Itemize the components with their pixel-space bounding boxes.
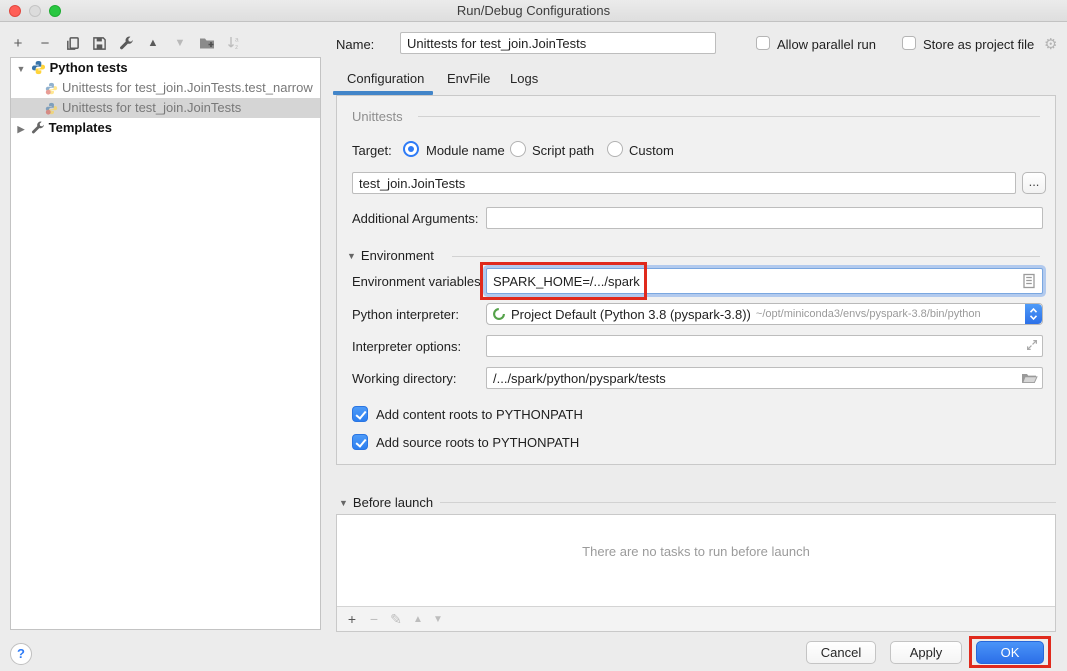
edit-task-icon: ✎ <box>387 610 405 628</box>
chevron-down-icon[interactable]: ▼ <box>15 59 27 78</box>
python-test-icon <box>45 101 58 118</box>
new-folder-icon[interactable] <box>197 33 217 53</box>
module-name-input[interactable] <box>352 172 1016 194</box>
unittests-group-title: Unittests <box>352 109 403 124</box>
gear-icon[interactable]: ⚙ <box>1044 35 1057 53</box>
additional-arguments-label: Additional Arguments: <box>352 211 478 226</box>
tree-item-label: Templates <box>49 120 112 135</box>
target-custom-radio[interactable] <box>607 141 623 157</box>
title-bar: Run/Debug Configurations <box>0 0 1067 22</box>
name-input[interactable] <box>400 32 716 54</box>
python-interpreter-select[interactable]: Project Default (Python 3.8 (pyspark-3.8… <box>486 303 1043 325</box>
target-module-name-radio[interactable] <box>403 141 419 157</box>
browse-folder-icon[interactable] <box>1021 370 1038 389</box>
move-up-icon[interactable]: ▲ <box>143 33 163 53</box>
allow-parallel-run-checkbox[interactable] <box>756 36 770 50</box>
svg-text:z: z <box>235 44 238 51</box>
target-custom-label: Custom <box>629 143 674 158</box>
add-source-roots-checkbox[interactable] <box>352 434 368 450</box>
target-label: Target: <box>352 143 392 158</box>
remove-task-icon: − <box>365 610 383 628</box>
tree-item-templates[interactable]: ▶ Templates <box>11 118 320 138</box>
before-launch-panel: There are no tasks to run before launch … <box>336 514 1056 632</box>
before-launch-toolbar: + − ✎ ▲ ▼ <box>337 606 1055 631</box>
working-directory-input[interactable] <box>486 367 1043 389</box>
environment-variables-input[interactable] <box>486 268 1043 294</box>
add-source-roots-label: Add source roots to PYTHONPATH <box>376 435 579 450</box>
environment-section-header[interactable]: ▼ Environment <box>347 248 434 263</box>
target-module-name-label: Module name <box>426 143 505 158</box>
tree-item-unittests-test-narrow[interactable]: Unittests for test_join.JoinTests.test_n… <box>11 78 320 98</box>
tab-envfile[interactable]: EnvFile <box>447 71 490 91</box>
svg-text:a: a <box>235 37 239 44</box>
conda-environment-icon <box>492 307 506 321</box>
environment-divider <box>452 256 1040 257</box>
wrench-icon <box>31 121 45 138</box>
sort-alphabetically-icon: az <box>224 33 244 53</box>
copy-icon[interactable] <box>62 33 82 53</box>
store-as-project-file-label: Store as project file <box>923 37 1034 52</box>
name-label: Name: <box>336 37 374 52</box>
python-interpreter-value: Project Default (Python 3.8 (pyspark-3.8… <box>511 307 751 322</box>
add-icon[interactable]: + <box>8 33 28 53</box>
add-content-roots-label: Add content roots to PYTHONPATH <box>376 407 583 422</box>
tree-item-label: Unittests for test_join.JoinTests.test_n… <box>62 80 313 95</box>
apply-button[interactable]: Apply <box>890 641 962 664</box>
edit-templates-icon[interactable] <box>116 33 136 53</box>
allow-parallel-run-label: Allow parallel run <box>777 37 876 52</box>
cancel-button[interactable]: Cancel <box>806 641 876 664</box>
group-divider <box>418 116 1040 117</box>
tab-configuration[interactable]: Configuration <box>347 71 424 91</box>
run-debug-configurations-dialog: Run/Debug Configurations + − ▲ ▼ az ▼ Py… <box>0 0 1067 671</box>
add-content-roots-checkbox[interactable] <box>352 406 368 422</box>
expand-field-icon[interactable] <box>1025 338 1039 355</box>
environment-variables-label: Environment variables: <box>352 274 484 289</box>
target-script-path-label: Script path <box>532 143 594 158</box>
move-down-icon: ▼ <box>170 33 190 53</box>
before-launch-title: Before launch <box>353 495 433 510</box>
tree-item-label: Python tests <box>50 60 128 75</box>
interpreter-options-input[interactable] <box>486 335 1043 357</box>
window-title: Run/Debug Configurations <box>0 3 1067 18</box>
ok-button[interactable]: OK <box>976 641 1044 664</box>
browse-environment-variables-icon[interactable] <box>1021 273 1037 292</box>
python-icon <box>31 60 46 78</box>
python-interpreter-path: ~/opt/miniconda3/envs/pyspark-3.8/bin/py… <box>756 308 981 320</box>
interpreter-options-label: Interpreter options: <box>352 339 461 354</box>
before-launch-divider <box>440 502 1056 503</box>
remove-icon[interactable]: − <box>35 33 55 53</box>
before-launch-section-header[interactable]: ▼ Before launch <box>339 495 433 510</box>
tab-logs[interactable]: Logs <box>510 71 538 91</box>
store-as-project-file-checkbox[interactable] <box>902 36 916 50</box>
tree-item-python-tests[interactable]: ▼ Python tests <box>11 58 320 78</box>
move-task-up-icon: ▲ <box>409 610 427 628</box>
environment-section-title: Environment <box>361 248 434 263</box>
additional-arguments-input[interactable] <box>486 207 1043 229</box>
dropdown-stepper-icon[interactable] <box>1025 304 1042 324</box>
save-icon[interactable] <box>89 33 109 53</box>
configurations-tree: ▼ Python tests Unittests for test_join.J… <box>10 57 321 630</box>
working-directory-label: Working directory: <box>352 371 457 386</box>
python-test-icon <box>45 81 58 98</box>
chevron-down-icon[interactable]: ▼ <box>347 251 356 261</box>
move-task-down-icon: ▼ <box>429 610 447 628</box>
tree-item-label: Unittests for test_join.JoinTests <box>62 100 241 115</box>
chevron-down-icon[interactable]: ▼ <box>339 498 348 508</box>
target-script-path-radio[interactable] <box>510 141 526 157</box>
tree-item-unittests-jointests[interactable]: Unittests for test_join.JoinTests <box>11 98 320 118</box>
before-launch-empty-message: There are no tasks to run before launch <box>337 544 1055 559</box>
add-task-icon[interactable]: + <box>343 610 361 628</box>
python-interpreter-label: Python interpreter: <box>352 307 459 322</box>
chevron-right-icon[interactable]: ▶ <box>15 119 27 138</box>
browse-module-button[interactable]: ... <box>1022 172 1046 194</box>
help-button[interactable]: ? <box>10 643 32 665</box>
